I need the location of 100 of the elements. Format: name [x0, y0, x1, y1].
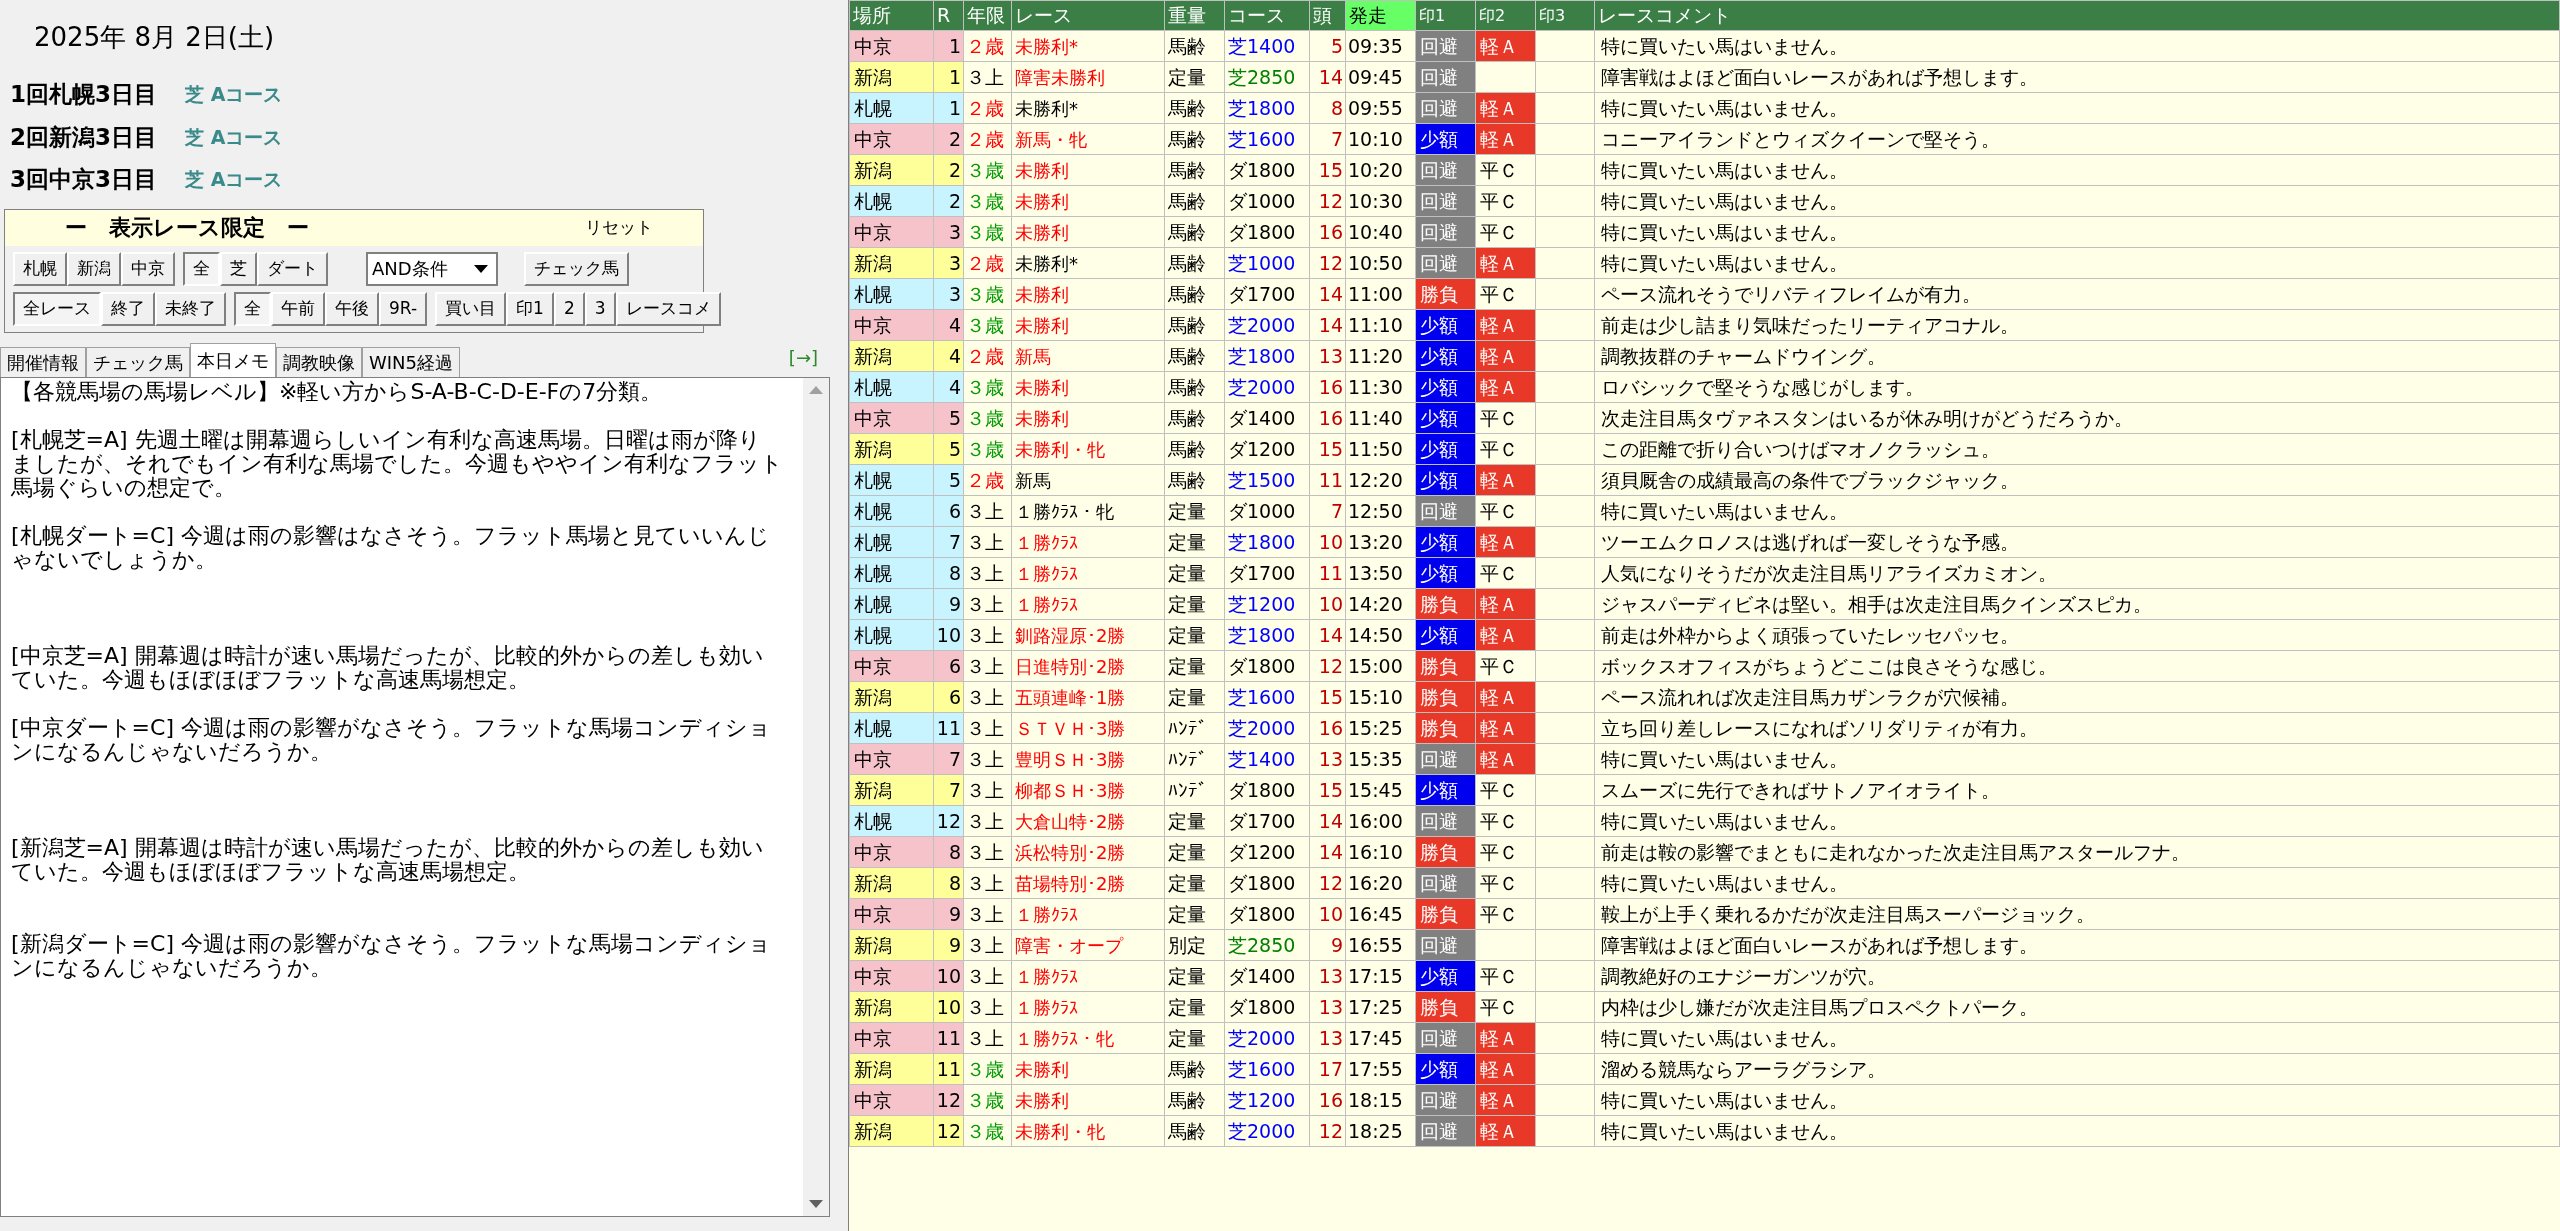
rating-cell: 勝負 — [1415, 681, 1476, 713]
condition-dropdown[interactable]: AND条件 — [366, 251, 498, 286]
filter-button[interactable]: 印1 — [506, 291, 554, 326]
table-cell: 芝1400 — [1224, 743, 1310, 775]
table-cell: 12:20 — [1345, 464, 1416, 496]
rating-cell: 回避 — [1415, 1084, 1476, 1116]
table-cell: 定量 — [1164, 495, 1225, 527]
filter-button[interactable]: 午後 — [325, 291, 379, 326]
rating-cell: 平Ｃ — [1475, 278, 1536, 310]
table-cell: 内枠は少し嫌だが次走注目馬プロスペクトパーク。 — [1594, 991, 2560, 1023]
filter-button[interactable]: 2 — [553, 291, 585, 326]
filter-button[interactable]: 全レース — [13, 291, 101, 326]
course-label: 芝 Aコース — [185, 124, 283, 150]
rating-cell: 軽Ａ — [1475, 588, 1536, 620]
table-cell: １勝ｸﾗｽ・牝 — [1011, 495, 1165, 527]
tab[interactable]: 本日メモ — [190, 342, 276, 377]
table-cell: 11:30 — [1345, 371, 1416, 403]
filter-button[interactable]: 9R- — [379, 291, 428, 326]
table-cell: 芝1600 — [1224, 1053, 1310, 1085]
filter-button[interactable]: レースコメ — [615, 291, 721, 326]
table-cell: 芝1400 — [1224, 30, 1310, 62]
table-cell: ３上 — [963, 805, 1012, 837]
table-cell: 馬齢 — [1164, 30, 1225, 62]
filter-button[interactable]: 新潟 — [67, 251, 121, 286]
table-cell: 芝2000 — [1224, 1115, 1310, 1147]
check-horse-button[interactable]: チェック馬 — [524, 251, 629, 286]
table-cell: 11:50 — [1345, 433, 1416, 465]
rating-cell: 軽Ａ — [1475, 526, 1536, 558]
table-cell: ３上 — [963, 1022, 1012, 1054]
table-cell: コニーアイランドとウィズクイーンで堅そう。 — [1594, 123, 2560, 155]
rating-cell: 平Ｃ — [1475, 216, 1536, 248]
rating-cell: 勝負 — [1415, 278, 1476, 310]
tab[interactable]: WIN5経過 — [362, 346, 461, 377]
table-cell: 13 — [1309, 960, 1346, 992]
rating-cell: 回避 — [1415, 154, 1476, 186]
table-cell: 札幌 — [849, 371, 934, 403]
filter-button[interactable]: 中京 — [121, 251, 175, 286]
tab[interactable]: 開催情報 — [0, 346, 86, 377]
table-cell: 特に買いたい馬はいません。 — [1594, 216, 2560, 248]
expand-link[interactable]: [→] — [788, 343, 818, 371]
table-cell: ジャスパーディビネは堅い。相手は次走注目馬クインズスピカ。 — [1594, 588, 2560, 620]
table-cell: ３歳 — [963, 433, 1012, 465]
table-cell: 芝1200 — [1224, 1084, 1310, 1116]
rating-cell: 勝負 — [1415, 991, 1476, 1023]
filter-button[interactable]: 買い目 — [435, 291, 507, 326]
memo-area[interactable] — [0, 376, 830, 1217]
table-cell: ３上 — [963, 929, 1012, 961]
filter-button[interactable]: 終了 — [101, 291, 155, 326]
rating-cell: 勝負 — [1415, 836, 1476, 868]
reset-link[interactable]: リセット — [585, 214, 653, 241]
rating-cell: 軽Ａ — [1475, 247, 1536, 279]
table-cell: 札幌 — [849, 805, 934, 837]
table-cell: 14 — [1309, 61, 1346, 93]
dropdown-arrow-icon — [474, 264, 488, 273]
table-cell: ２歳 — [963, 340, 1012, 372]
table-cell: 15 — [1309, 433, 1346, 465]
tab[interactable]: チェック馬 — [86, 346, 190, 377]
scroll-up-icon — [809, 385, 823, 394]
table-cell: 定量 — [1164, 619, 1225, 651]
filter-button[interactable]: 芝 — [220, 251, 257, 286]
tab[interactable]: 調教映像 — [276, 346, 362, 377]
table-cell: 特に買いたい馬はいません。 — [1594, 1084, 2560, 1116]
table-cell: 16 — [1309, 402, 1346, 434]
table-cell: 定量 — [1164, 805, 1225, 837]
table-cell: 馬齢 — [1164, 371, 1225, 403]
table-cell: ２歳 — [963, 247, 1012, 279]
table-cell: 芝1800 — [1224, 92, 1310, 124]
table-cell: 特に買いたい馬はいません。 — [1594, 247, 2560, 279]
filter-button[interactable]: 札幌 — [13, 251, 67, 286]
filter-button[interactable]: 全 — [234, 291, 271, 326]
table-cell: 芝2000 — [1224, 1022, 1310, 1054]
table-cell: ３上 — [963, 495, 1012, 527]
table-cell: 未勝利・牝 — [1011, 433, 1165, 465]
table-cell: 新潟 — [849, 681, 934, 713]
filter-button[interactable]: 3 — [584, 291, 616, 326]
table-cell: 10:50 — [1345, 247, 1416, 279]
table-cell: 11:10 — [1345, 309, 1416, 341]
table-cell: 未勝利 — [1011, 1084, 1165, 1116]
rating-cell: 少額 — [1415, 960, 1476, 992]
filter-button[interactable]: 未終了 — [155, 291, 226, 326]
table-cell: １勝ｸﾗｽ — [1011, 991, 1165, 1023]
table-cell: 16 — [1309, 1084, 1346, 1116]
table-cell: 前走は鞍の影響でまともに走れなかった次走注目馬アスタールフナ。 — [1594, 836, 2560, 868]
rating-cell: 少額 — [1415, 371, 1476, 403]
column-header: レース — [1011, 0, 1165, 31]
filter-button[interactable]: 午前 — [271, 291, 325, 326]
meeting-label: 3回中京3日目 — [10, 165, 157, 194]
table-cell: ダ1200 — [1224, 433, 1310, 465]
course-label: 芝 Aコース — [185, 167, 283, 192]
table-cell: 定量 — [1164, 650, 1225, 682]
table-cell: ダ1700 — [1224, 557, 1310, 589]
table-cell: 15:10 — [1345, 681, 1416, 713]
table-cell: 馬齢 — [1164, 1053, 1225, 1085]
table-cell: 障害戦はよほど面白いレースがあれば予想します。 — [1594, 61, 2560, 93]
rating-cell: 回避 — [1415, 1115, 1476, 1147]
table-cell: ダ1200 — [1224, 836, 1310, 868]
filter-button[interactable]: 全 — [183, 251, 220, 286]
rating-cell: 軽Ａ — [1475, 619, 1536, 651]
filter-button[interactable]: ダート — [257, 251, 328, 286]
scrollbar[interactable] — [803, 377, 829, 1216]
